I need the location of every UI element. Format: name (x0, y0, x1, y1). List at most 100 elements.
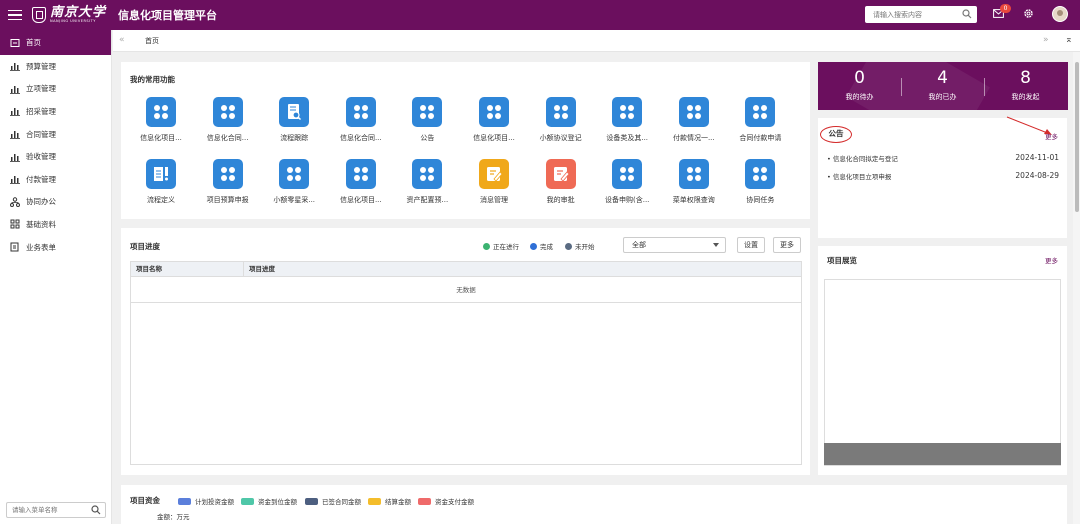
announcement-date: 2024-08-29 (1015, 171, 1059, 180)
stat-label: 我的发起 (1011, 93, 1040, 101)
overview-caption-bar (824, 443, 1061, 465)
gear-icon[interactable] (1023, 8, 1034, 19)
function-label: 小额零星采... (273, 196, 316, 204)
function-shortcut[interactable]: 菜单权限查询 (659, 159, 729, 205)
sidebar-item-8[interactable]: 协同办公 (0, 191, 111, 214)
function-shortcut[interactable]: 小额协议登记 (526, 97, 596, 143)
home-icon (10, 38, 20, 48)
sidebar-item-2[interactable]: 预算管理 (0, 55, 111, 78)
settings-button[interactable]: 设置 (737, 237, 765, 253)
function-shortcut[interactable]: 我的审批 (526, 159, 596, 205)
function-shortcut[interactable]: 信息化项目... (459, 97, 529, 143)
function-shortcut[interactable]: 消息管理 (459, 159, 529, 205)
grid-icon (10, 219, 20, 229)
sidebar-item-7[interactable]: 付款管理 (0, 168, 111, 191)
sidebar-item-4[interactable]: 招采管理 (0, 100, 111, 123)
funds-legend-item[interactable]: 资金支付金额 (418, 496, 474, 506)
tab-home[interactable]: 首页 (135, 30, 169, 52)
sidebar-item-label: 招采管理 (26, 106, 56, 116)
user-avatar[interactable] (1052, 6, 1068, 22)
legend-swatch (305, 497, 318, 505)
function-shortcut[interactable]: 合同付款申请 (725, 97, 795, 143)
status-filter-select[interactable]: 全部 (623, 237, 726, 253)
tab-scroll-left-icon[interactable]: « (119, 35, 125, 45)
sidebar-item-6[interactable]: 验收管理 (0, 145, 111, 168)
bar-chart-icon (10, 152, 20, 162)
funds-legend-item[interactable]: 已签合同金额 (305, 496, 361, 506)
function-label: 流程定义 (147, 196, 175, 204)
bar-chart-icon (10, 61, 20, 72)
legend-swatch (241, 497, 254, 505)
dots-icon (545, 97, 576, 127)
announcement-item[interactable]: 信息化合同拟定与登记 2024-11-01 (827, 153, 1059, 163)
progress-table: 项目名称 项目进度 无数据 (130, 261, 802, 465)
global-search[interactable] (865, 6, 977, 23)
function-shortcut[interactable]: 流程定义 (126, 159, 196, 205)
collapse-icon[interactable]: ⌅ (1065, 35, 1073, 45)
sidebar-item-1[interactable]: 首页 (0, 30, 111, 55)
doc-search-icon (279, 97, 310, 127)
function-shortcut[interactable]: 项目预算申报 (193, 159, 263, 205)
funds-title: 项目资金 (130, 496, 160, 505)
functions-title: 我的常用功能 (130, 75, 175, 84)
sidebar-item-9[interactable]: 基础资料 (0, 213, 111, 236)
sidebar-item-5[interactable]: 合同管理 (0, 123, 111, 146)
function-shortcut[interactable]: 资产配置预... (392, 159, 462, 205)
progress-more-button[interactable]: 更多 (773, 237, 801, 253)
dots-icon (678, 159, 709, 189)
menu-toggle-icon[interactable] (8, 7, 22, 24)
function-shortcut[interactable]: 信息化合同... (193, 97, 263, 143)
function-shortcut[interactable]: 设备申购(含... (592, 159, 662, 205)
status-legend-item: 正在进行 (483, 241, 519, 251)
function-label: 协同任务 (746, 196, 775, 204)
dots-icon (212, 97, 243, 127)
stat-label: 我的已办 (928, 93, 957, 101)
menu-search[interactable] (6, 502, 106, 518)
function-shortcut[interactable]: 协同任务 (725, 159, 795, 205)
bar-chart-icon (10, 174, 20, 185)
logo-name: 南京大学 (50, 5, 107, 21)
function-shortcut[interactable]: 信息化项目... (126, 97, 196, 143)
function-shortcut[interactable]: 流程跟踪 (259, 97, 329, 143)
function-label: 公告 (420, 134, 435, 142)
sidebar-item-label: 首页 (26, 38, 41, 47)
overview-more-link[interactable]: 更多 (1045, 255, 1058, 265)
funds-legend-label: 已签合同金额 (322, 498, 361, 506)
function-shortcut[interactable]: 小额零星采... (259, 159, 329, 205)
function-shortcut[interactable]: 付款情况一... (659, 97, 729, 143)
announcements-more-link[interactable]: 更多 (1045, 131, 1058, 141)
function-shortcut[interactable]: 公告 (392, 97, 462, 143)
menu-search-input[interactable] (12, 506, 92, 514)
funds-legend-item[interactable]: 结算金额 (368, 496, 411, 506)
tab-scroll-right-icon[interactable]: » (1043, 35, 1049, 45)
function-shortcut[interactable]: 信息化项目... (326, 159, 396, 205)
bar-chart-icon (10, 129, 20, 139)
funds-legend-item[interactable]: 计划投资金额 (178, 496, 234, 506)
scrollbar-thumb[interactable] (1075, 62, 1079, 212)
sidebar-item-label: 立项管理 (26, 84, 56, 94)
announcement-item[interactable]: 信息化项目立项申报 2024-08-29 (827, 171, 1059, 181)
stat-item[interactable]: 0 我的待办 (818, 68, 901, 102)
sidebar-item-label: 预算管理 (26, 61, 56, 71)
stat-item[interactable]: 8 我的发起 (984, 68, 1067, 102)
stat-item[interactable]: 4 我的已办 (901, 68, 984, 102)
function-label: 合同付款申请 (739, 134, 782, 142)
dots-icon (745, 159, 776, 189)
status-legend-item: 未开始 (565, 241, 595, 251)
function-label: 设备申购(含... (604, 196, 650, 204)
global-search-input[interactable] (873, 10, 965, 19)
sidebar: 首页预算管理立项管理招采管理合同管理 验收管理 付款管理 协同办公 基础资料 业务表单 (0, 30, 112, 524)
funds-legend-item[interactable]: 资金到位金额 (241, 496, 297, 506)
sidebar-item-10[interactable]: 业务表单 (0, 236, 111, 259)
column-header: 项目进度 (249, 265, 275, 273)
search-icon[interactable] (962, 9, 972, 19)
function-label: 资产配置预... (406, 196, 449, 204)
bar-chart-icon (10, 84, 20, 94)
function-shortcut[interactable]: 设备类及其... (592, 97, 662, 143)
university-logo: 南京大学 NANJING UNIVERSITY (32, 6, 106, 24)
overview-display (824, 279, 1061, 466)
search-icon[interactable] (91, 505, 101, 515)
function-label: 项目预算申报 (206, 196, 249, 204)
function-shortcut[interactable]: 信息化合同... (326, 97, 396, 143)
sidebar-item-3[interactable]: 立项管理 (0, 78, 111, 101)
